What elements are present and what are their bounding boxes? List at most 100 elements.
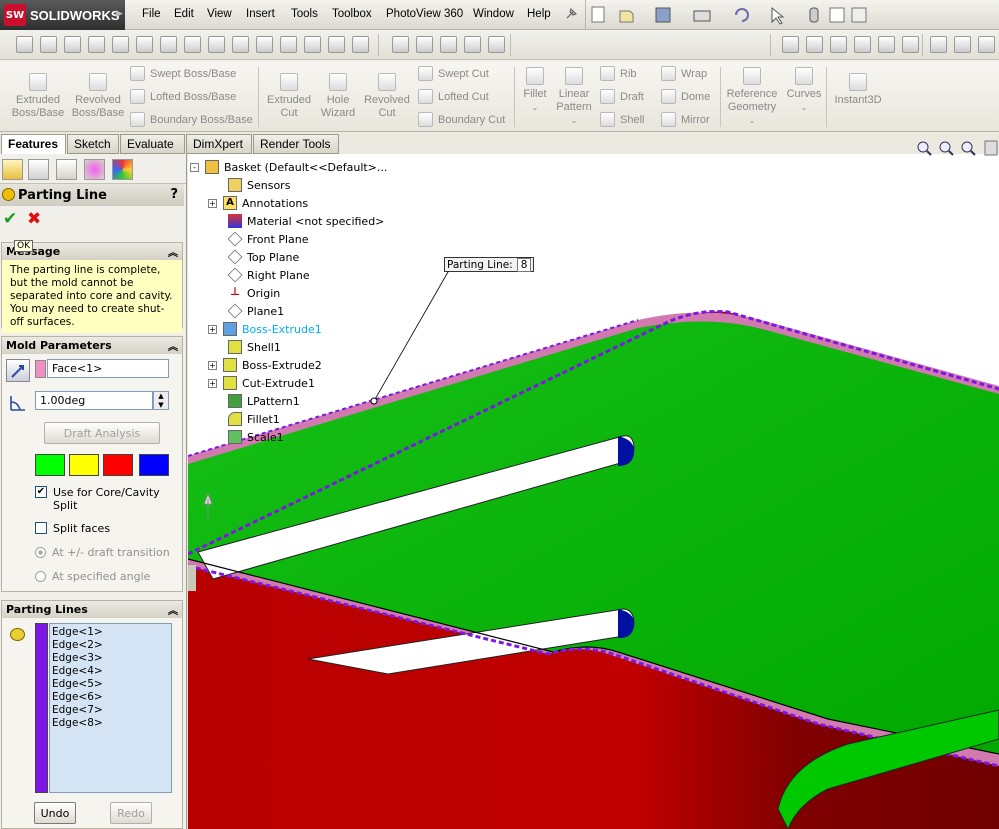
swept-cut-button[interactable]: Swept Cut: [418, 66, 489, 81]
scale-icon[interactable]: [416, 36, 433, 53]
copy-icon[interactable]: [304, 36, 321, 53]
revolved-cut-button[interactable]: Revolved Cut: [362, 73, 412, 120]
angle-spinner[interactable]: ▲ ▼: [153, 391, 169, 410]
tree-item-lpattern1[interactable]: LPattern1: [228, 392, 300, 410]
spelling-icon[interactable]: [16, 36, 33, 53]
checkbox-unchecked[interactable]: [35, 522, 47, 534]
list-item[interactable]: Edge<5>: [52, 678, 169, 691]
parting-icon[interactable]: [440, 36, 457, 53]
undo-button[interactable]: Undo: [34, 802, 76, 824]
tree-item-cut-extrude1[interactable]: + Cut-Extrude1: [208, 374, 315, 392]
cancel-x-icon[interactable]: ✖: [27, 209, 41, 229]
section-icon[interactable]: [136, 36, 153, 53]
tree-item-fillet1[interactable]: Fillet1: [228, 410, 280, 428]
help-button[interactable]: ?: [170, 187, 178, 202]
direction-of-pull-field[interactable]: Face<1>: [47, 359, 169, 378]
instant3d-button[interactable]: Instant3D: [830, 73, 886, 107]
tree-item-front-plane[interactable]: Front Plane: [227, 230, 309, 248]
draft-analysis-button[interactable]: Draft Analysis: [44, 422, 160, 444]
tree-item-boss-extrude1[interactable]: + Boss-Extrude1: [208, 320, 322, 338]
wrap-button[interactable]: Wrap: [661, 66, 707, 81]
tree-item-shell1[interactable]: Shell1: [228, 338, 281, 356]
list-item[interactable]: Edge<8>: [52, 717, 169, 730]
fillet-button[interactable]: Fillet ⌄: [518, 67, 552, 114]
shell-button[interactable]: Shell: [600, 112, 644, 127]
compare-icon[interactable]: [352, 36, 369, 53]
rib-button[interactable]: Rib: [600, 66, 637, 81]
tooling-icon[interactable]: [488, 36, 505, 53]
move-icon[interactable]: [280, 36, 297, 53]
surface-icon[interactable]: [782, 36, 799, 53]
lofted-boss-button[interactable]: Lofted Boss/Base: [130, 89, 236, 104]
list-item[interactable]: Edge<2>: [52, 639, 169, 652]
tree-item-plane1[interactable]: Plane1: [227, 302, 284, 320]
panel-splitter[interactable]: [188, 565, 196, 591]
menu-photoview[interactable]: PhotoView 360: [386, 8, 463, 20]
parting-line-callout[interactable]: Parting Line: 8: [444, 257, 535, 272]
balance-icon[interactable]: [64, 36, 81, 53]
tree-item-right-plane[interactable]: Right Plane: [227, 266, 310, 284]
specified-angle-radio[interactable]: At specified angle: [35, 570, 150, 583]
reference-geometry-button[interactable]: Reference Geometry ⌄: [724, 67, 780, 127]
sum-icon[interactable]: [208, 36, 225, 53]
pin-icon[interactable]: [563, 6, 579, 22]
parting-edges-list[interactable]: Edge<1> Edge<2> Edge<3> Edge<4> Edge<5> …: [49, 623, 172, 793]
mass-properties-icon[interactable]: [88, 36, 105, 53]
configuration-manager-tab-icon[interactable]: [56, 159, 77, 180]
menu-tools[interactable]: Tools: [291, 8, 318, 20]
collapse-icon[interactable]: ︽: [168, 338, 178, 353]
curves-button[interactable]: Curves ⌄: [784, 67, 824, 114]
radio-unselected[interactable]: [35, 571, 46, 582]
menu-toolbox[interactable]: Toolbox: [332, 8, 372, 20]
shutoff-icon[interactable]: [464, 36, 481, 53]
graphics-area[interactable]: [188, 154, 999, 829]
direction-of-pull-icon[interactable]: [6, 359, 30, 382]
list-item[interactable]: Edge<1>: [52, 626, 169, 639]
tab-evaluate[interactable]: Evaluate: [120, 134, 185, 154]
revolved-boss-button[interactable]: Revolved Boss/Base: [70, 73, 126, 120]
mold-icon[interactable]: [392, 36, 409, 53]
feature-manager-tab-icon[interactable]: [2, 159, 23, 180]
swept-boss-button[interactable]: Swept Boss/Base: [130, 66, 236, 81]
draft-transition-radio[interactable]: At +/- draft transition: [35, 546, 170, 559]
menu-help[interactable]: Help: [527, 8, 551, 20]
zoom-icon[interactable]: [954, 36, 971, 53]
checkbox-checked[interactable]: ✔: [35, 486, 47, 498]
tree-item-scale1[interactable]: Scale1: [228, 428, 284, 446]
collapse-icon[interactable]: ︽: [168, 602, 178, 617]
list-item[interactable]: Edge<4>: [52, 665, 169, 678]
view-icon[interactable]: [930, 36, 947, 53]
ruled-icon[interactable]: [830, 36, 847, 53]
checkbox-icon[interactable]: [184, 36, 201, 53]
parting-lines-header[interactable]: Parting Lines ︽: [2, 601, 182, 618]
dimxpert-manager-tab-icon[interactable]: [84, 159, 105, 180]
tree-item-material[interactable]: Material <not specified>: [228, 212, 384, 230]
tree-item-top-plane[interactable]: Top Plane: [227, 248, 299, 266]
property-manager-tab-icon[interactable]: [28, 159, 49, 180]
linear-pattern-button[interactable]: Linear Pattern ⌄: [554, 67, 594, 127]
standard-toolbar[interactable]: [590, 5, 880, 25]
rotate-icon[interactable]: [978, 36, 995, 53]
list-item[interactable]: Edge<3>: [52, 652, 169, 665]
knit-icon[interactable]: [854, 36, 871, 53]
lofted-cut-button[interactable]: Lofted Cut: [418, 89, 489, 104]
axis-icon[interactable]: [256, 36, 273, 53]
extruded-cut-button[interactable]: Extruded Cut: [262, 73, 316, 120]
boundary-cut-button[interactable]: Boundary Cut: [418, 112, 505, 127]
planar-icon[interactable]: [878, 36, 895, 53]
extend-icon[interactable]: [902, 36, 919, 53]
menu-window[interactable]: Window: [473, 8, 514, 20]
tree-item-origin[interactable]: ⊥ Origin: [228, 284, 280, 302]
dome-button[interactable]: Dome: [661, 89, 710, 104]
feature-check-icon[interactable]: [328, 36, 345, 53]
tab-sketch[interactable]: Sketch: [67, 134, 119, 154]
mold-parameters-header[interactable]: Mold Parameters ︽: [2, 337, 182, 354]
tab-render-tools[interactable]: Render Tools: [253, 134, 339, 154]
solidworks-logo[interactable]: SW SOLIDWORKS ▶: [0, 0, 125, 30]
draft-angle-input[interactable]: 1.00deg: [35, 391, 153, 410]
ok-check-icon[interactable]: ✔: [3, 209, 17, 229]
list-item[interactable]: Edge<6>: [52, 691, 169, 704]
measure-icon[interactable]: [112, 36, 129, 53]
collapse-icon[interactable]: ︽: [168, 244, 178, 259]
check-icon[interactable]: [160, 36, 177, 53]
